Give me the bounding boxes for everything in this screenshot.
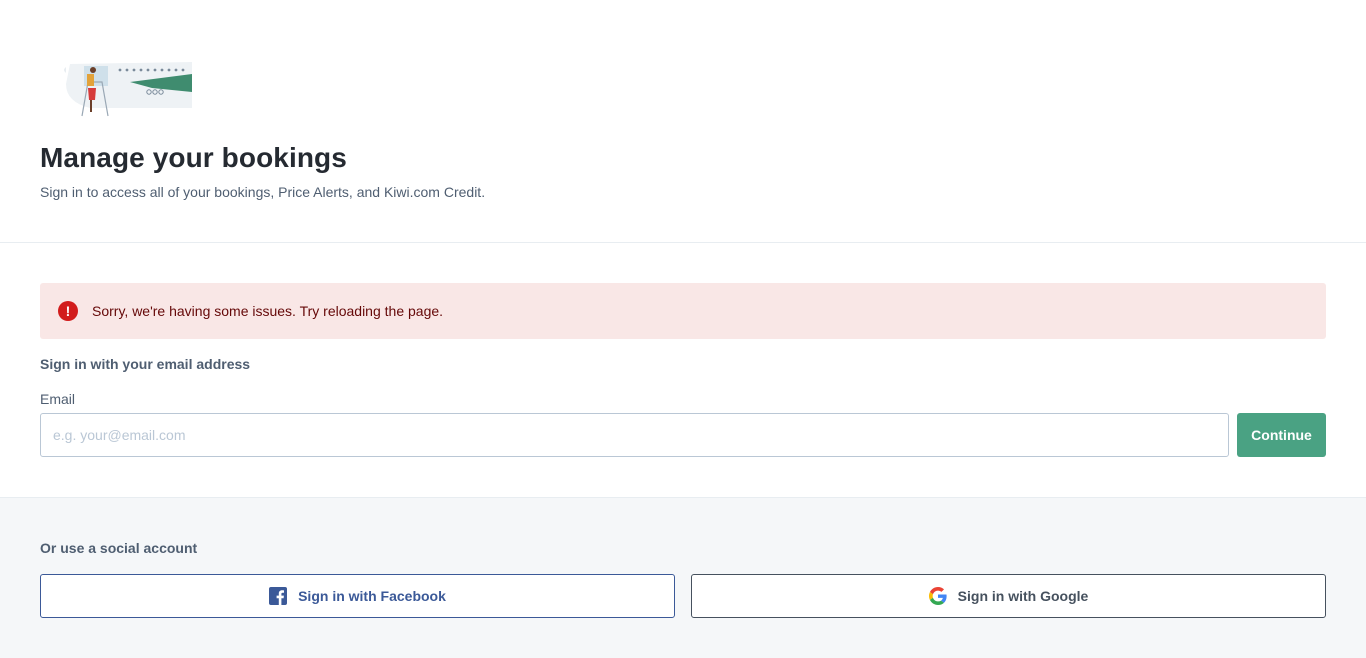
facebook-icon	[269, 587, 288, 605]
facebook-signin-button[interactable]: Sign in with Facebook	[40, 574, 675, 618]
page-subtitle: Sign in to access all of your bookings, …	[40, 184, 486, 200]
airplane-illustration	[64, 60, 192, 117]
page-header: Manage your bookings Sign in to access a…	[0, 0, 1366, 243]
page-title: Manage your bookings	[40, 142, 347, 173]
social-login-section: Or use a social account Sign in with Fac…	[0, 497, 1366, 658]
google-icon	[928, 587, 947, 605]
continue-button[interactable]: Continue	[1237, 413, 1326, 457]
email-label: Email	[40, 391, 76, 407]
email-form-heading: Sign in with your email address	[40, 356, 251, 372]
social-heading: Or use a social account	[40, 540, 198, 556]
google-signin-label: Sign in with Google	[957, 588, 1089, 604]
google-signin-button[interactable]: Sign in with Google	[691, 574, 1326, 618]
email-field[interactable]	[40, 413, 1229, 457]
alert-message: Sorry, we're having some issues. Try rel…	[92, 303, 444, 319]
exclamation-icon: !	[58, 301, 78, 321]
error-alert: ! Sorry, we're having some issues. Try r…	[40, 283, 1326, 339]
facebook-signin-label: Sign in with Facebook	[298, 588, 446, 604]
